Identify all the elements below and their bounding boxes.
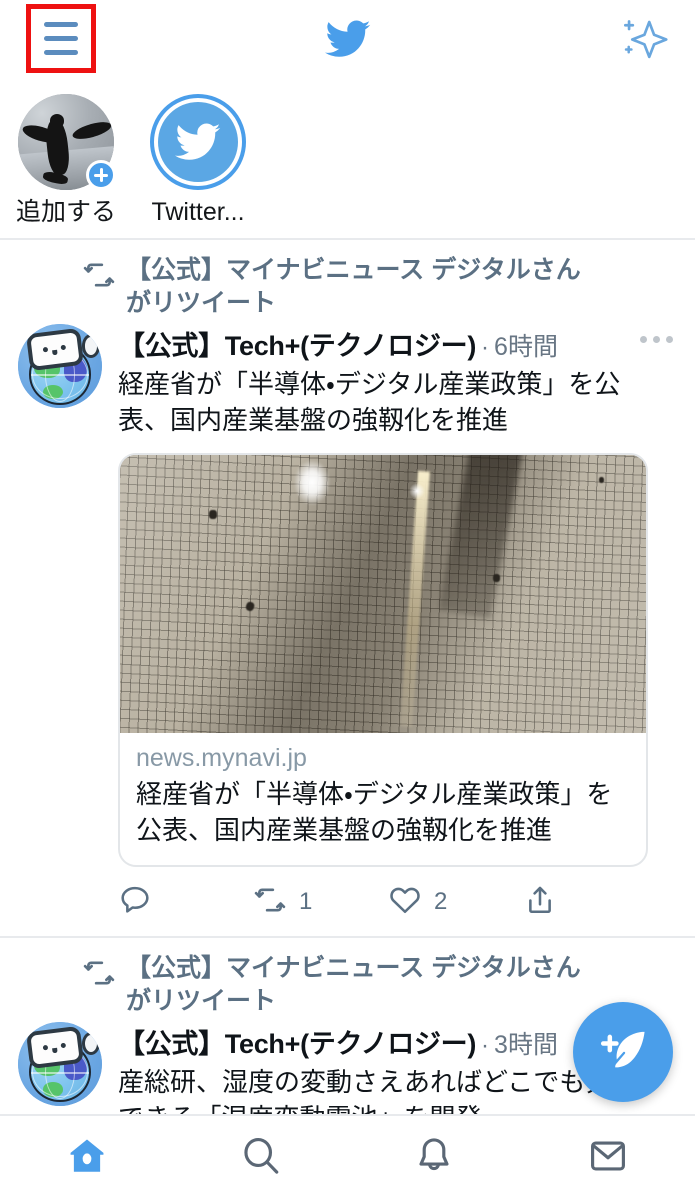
fleet-label: 追加する xyxy=(15,198,116,226)
sparkle-icon[interactable] xyxy=(617,14,669,64)
fleet-label: Twitter... xyxy=(151,198,245,226)
nav-item-notifications[interactable] xyxy=(348,1116,522,1200)
reply-icon xyxy=(118,883,152,922)
time-separator: · xyxy=(481,1031,490,1059)
retweet-label: 【公式】マイナビニュース デジタルさんがリツイート xyxy=(126,953,581,1015)
fleet-item-twitter[interactable]: Twitter... xyxy=(132,94,264,227)
home-icon xyxy=(66,1135,108,1182)
globe-robot-avatar[interactable] xyxy=(18,1021,102,1106)
link-preview-card[interactable]: news.mynavi.jp 経産省が「半導体・デジタル産業政策」を公表、国内産… xyxy=(118,452,648,867)
twitter-app-screen: 追加する Twitter... 【公式】マイナビニュース デジタルさんがリツイー… xyxy=(0,0,695,1200)
bottom-navigation-bar xyxy=(0,1114,695,1200)
link-card-text: news.mynavi.jp 経産省が「半導体・デジタル産業政策」を公表、国内産… xyxy=(120,733,646,865)
link-card-title: 経産省が「半導体・デジタル産業政策」を公表、国内産業基盤の強靱化を推進 xyxy=(136,779,613,846)
retweet-context: 【公式】マイナビニュース デジタルさんがリツイート xyxy=(18,254,677,320)
tweet-feed: 【公式】マイナビニュース デジタルさんがリツイート 【公式】Tech+(テクノロ… xyxy=(0,240,695,1139)
nav-item-home[interactable] xyxy=(0,1116,174,1200)
tweet-item[interactable]: 【公式】マイナビニュース デジタルさんがリツイート 【公式】Tech+(テクノロ… xyxy=(0,240,695,938)
share-action[interactable] xyxy=(523,883,658,922)
tweet-action-bar: 1 2 xyxy=(118,877,658,936)
hamburger-bar xyxy=(44,36,78,41)
retweet-icon xyxy=(82,956,116,995)
fleet-item-add[interactable]: 追加する xyxy=(0,94,132,227)
nav-item-messages[interactable] xyxy=(521,1116,695,1200)
display-name[interactable]: 【公式】Tech+(テクノロジー) xyxy=(118,324,476,363)
nav-item-search[interactable] xyxy=(174,1116,348,1200)
search-icon xyxy=(240,1135,282,1182)
retweet-count: 1 xyxy=(299,888,313,916)
retweet-label: 【公式】マイナビニュース デジタルさんがリツイート xyxy=(126,256,581,317)
fleet-avatar-holder xyxy=(150,94,246,190)
like-icon xyxy=(388,883,422,922)
fleet-avatar-holder xyxy=(18,94,116,190)
display-name[interactable]: 【公式】Tech+(テクノロジー) xyxy=(118,1022,476,1061)
twitter-bird-logo xyxy=(322,16,374,62)
reply-action[interactable] xyxy=(118,883,253,922)
tweet-text: 経産省が「半導体・デジタル産業政策」を公表、国内産業基盤の強靱化を推進 xyxy=(118,369,621,436)
messages-envelope-icon xyxy=(587,1135,629,1182)
tweet-content: 【公式】Tech+(テクノロジー) · 6時間 経産省が「半導体・デジタル産業政… xyxy=(118,324,677,936)
link-card-domain: news.mynavi.jp xyxy=(136,743,307,772)
hamburger-bar xyxy=(44,22,78,27)
semiconductor-wafer-photo xyxy=(120,454,646,733)
tweet-body: 【公式】Tech+(テクノロジー) · 6時間 経産省が「半導体・デジタル産業政… xyxy=(18,324,677,936)
like-count: 2 xyxy=(434,888,448,916)
hamburger-bar xyxy=(44,50,78,55)
more-options-icon[interactable] xyxy=(636,332,677,347)
retweet-action[interactable]: 1 xyxy=(253,883,388,922)
compose-tweet-button[interactable] xyxy=(573,1002,673,1102)
compose-feather-icon xyxy=(600,1031,645,1068)
app-header xyxy=(0,0,695,80)
notifications-bell-icon xyxy=(413,1135,455,1182)
globe-robot-avatar[interactable] xyxy=(18,324,102,408)
timestamp: 6時間 xyxy=(494,333,558,361)
plus-badge[interactable] xyxy=(86,160,116,190)
timestamp: 3時間 xyxy=(494,1030,558,1059)
tweet-header-row: 【公式】Tech+(テクノロジー) · 6時間 xyxy=(118,324,677,363)
share-icon xyxy=(523,883,557,922)
like-action[interactable]: 2 xyxy=(388,883,523,922)
fleets-row: 追加する Twitter... xyxy=(0,80,695,240)
retweet-icon xyxy=(82,258,116,297)
twitter-logo-avatar xyxy=(150,94,246,190)
hamburger-menu-icon[interactable] xyxy=(26,4,96,73)
retweet-context: 【公式】マイナビニュース デジタルさんがリツイート xyxy=(18,952,677,1018)
retweet-icon xyxy=(253,883,287,922)
time-separator: · xyxy=(481,334,490,361)
